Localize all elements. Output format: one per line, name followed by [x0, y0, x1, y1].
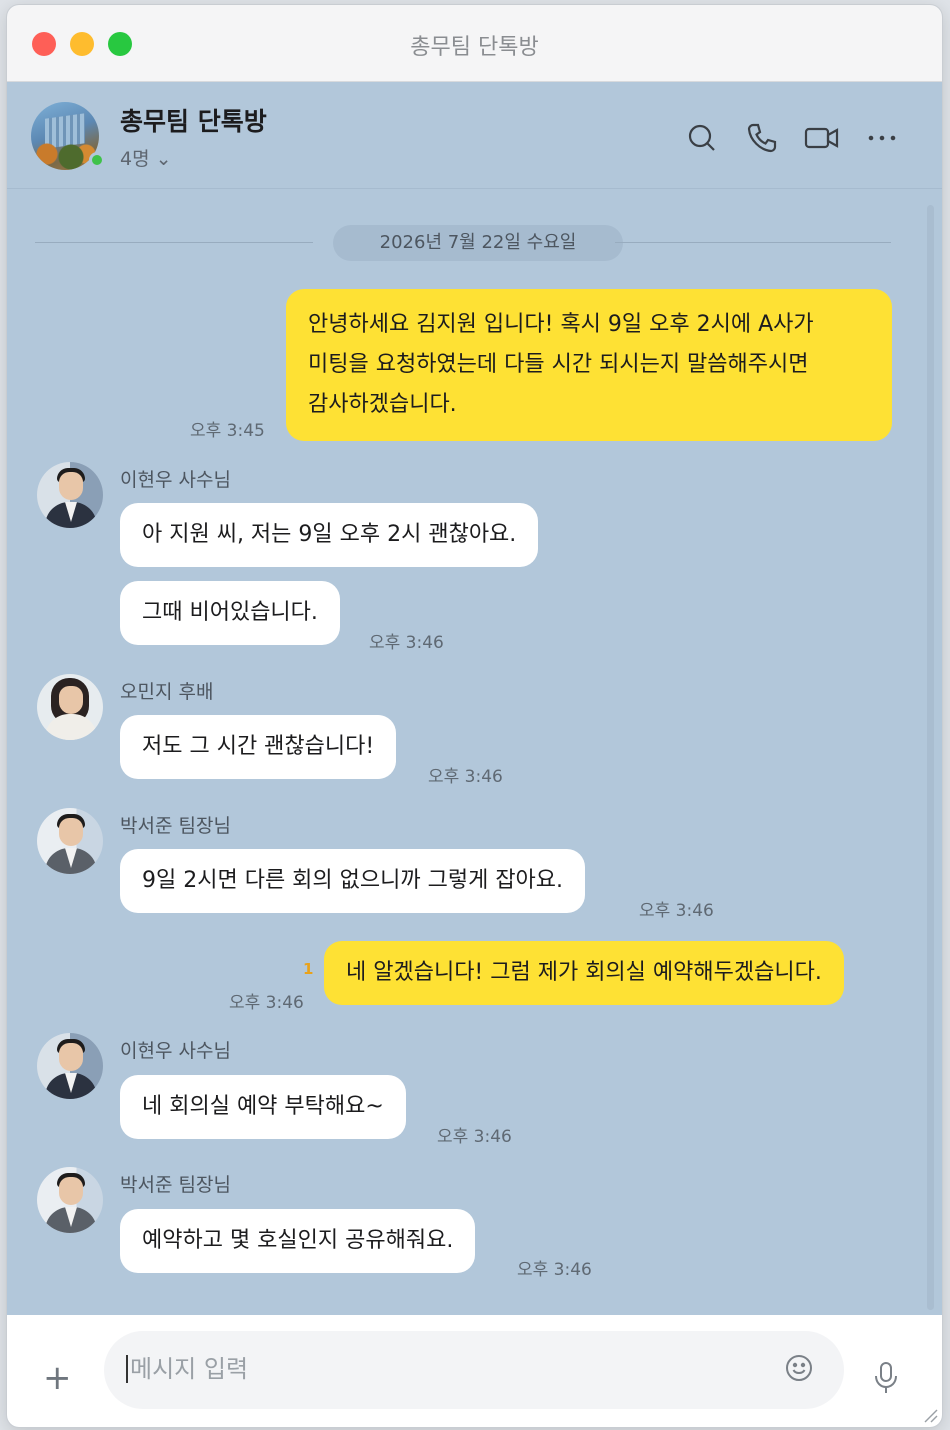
- my-message-bubble[interactable]: 안녕하세요 김지원 입니다! 혹시 9일 오후 2시에 A사가 미팅을 요청하였…: [286, 289, 892, 441]
- divider-line: [35, 242, 313, 243]
- message-time: 오후 3:46: [517, 1260, 592, 1280]
- message-bubble[interactable]: 아 지원 씨, 저는 9일 오후 2시 괜찮아요.: [120, 503, 539, 567]
- message-time: 오후 3:46: [428, 767, 503, 787]
- divider-line: [615, 242, 891, 243]
- message-line: 안녕하세요 김지원 입니다! 혹시 9일 오후 2시에 A사가: [308, 312, 814, 337]
- sender-name: 오민지 후배: [120, 681, 214, 703]
- search-button[interactable]: [672, 120, 732, 156]
- message-bubble[interactable]: 9일 2시면 다른 회의 없으니까 그렇게 잡아요.: [120, 849, 586, 913]
- search-icon: [688, 124, 715, 151]
- room-name: 총무팀 단톡방: [120, 107, 267, 136]
- message-time: 오후 3:46: [437, 1127, 512, 1147]
- message-bubble[interactable]: 그때 비어있습니다.: [120, 581, 340, 645]
- resize-handle-icon[interactable]: [922, 1407, 938, 1423]
- message-line: 감사하겠습니다.: [308, 392, 457, 417]
- message-line: 미팅을 요청하였는데 다들 시간 되시는지 말씀해주시면: [308, 352, 809, 377]
- sender-avatar[interactable]: [37, 1033, 103, 1099]
- message-time: 오후 3:45: [190, 421, 265, 441]
- phone-icon: [747, 123, 777, 153]
- message-bubble[interactable]: 네 회의실 예약 부탁해요~: [120, 1075, 406, 1139]
- microphone-icon[interactable]: [873, 1361, 899, 1395]
- window-title: 총무팀 단톡방: [410, 35, 539, 60]
- date-label: 2026년 7월 22일 수요일: [333, 225, 623, 261]
- sender-name: 이현우 사수님: [120, 1040, 231, 1062]
- sender-name: 이현우 사수님: [120, 469, 231, 491]
- chat-window: 총무팀 단톡방 총무팀 단톡방 4명 ⌄ 2026년 7월 22일 수요일 안녕…: [7, 5, 942, 1427]
- message-time: 오후 3:46: [639, 901, 714, 921]
- video-call-button[interactable]: [792, 120, 852, 156]
- message-input-placeholder: 메시지 입력: [126, 1355, 248, 1383]
- online-status-icon: [89, 152, 105, 168]
- message-time: 오후 3:46: [369, 633, 444, 653]
- header-toolbar: [672, 120, 912, 156]
- sender-avatar[interactable]: [37, 808, 103, 874]
- message-composer: + 메시지 입력: [7, 1315, 942, 1427]
- message-input[interactable]: 메시지 입력: [104, 1331, 844, 1409]
- emoji-icon[interactable]: [784, 1353, 814, 1383]
- more-horizontal-icon: [868, 135, 896, 141]
- sender-name: 박서준 팀장님: [120, 815, 231, 837]
- message-time: 오후 3:46: [229, 993, 304, 1013]
- voice-call-button[interactable]: [732, 120, 792, 156]
- message-bubble[interactable]: 저도 그 시간 괜찮습니다!: [120, 715, 397, 779]
- member-count-dropdown[interactable]: 4명 ⌄: [120, 144, 172, 171]
- message-bubble[interactable]: 예약하고 몇 호실인지 공유해줘요.: [120, 1209, 476, 1273]
- date-divider: 2026년 7월 22일 수요일: [35, 225, 891, 261]
- sender-avatar[interactable]: [37, 1167, 103, 1233]
- sender-avatar[interactable]: [37, 674, 103, 740]
- title-bar: 총무팀 단톡방: [7, 5, 942, 82]
- sender-name: 박서준 팀장님: [120, 1174, 231, 1196]
- more-options-button[interactable]: [852, 120, 912, 156]
- attach-button[interactable]: +: [43, 1361, 72, 1395]
- message-list: 2026년 7월 22일 수요일 안녕하세요 김지원 입니다! 혹시 9일 오후…: [7, 190, 942, 1315]
- my-message-bubble[interactable]: 네 알겠습니다! 그럼 제가 회의실 예약해두겠습니다.: [324, 941, 844, 1005]
- unread-count: 1: [303, 960, 314, 978]
- sender-avatar[interactable]: [37, 462, 103, 528]
- chat-header: 총무팀 단톡방 4명 ⌄: [7, 82, 942, 189]
- video-camera-icon: [804, 127, 839, 149]
